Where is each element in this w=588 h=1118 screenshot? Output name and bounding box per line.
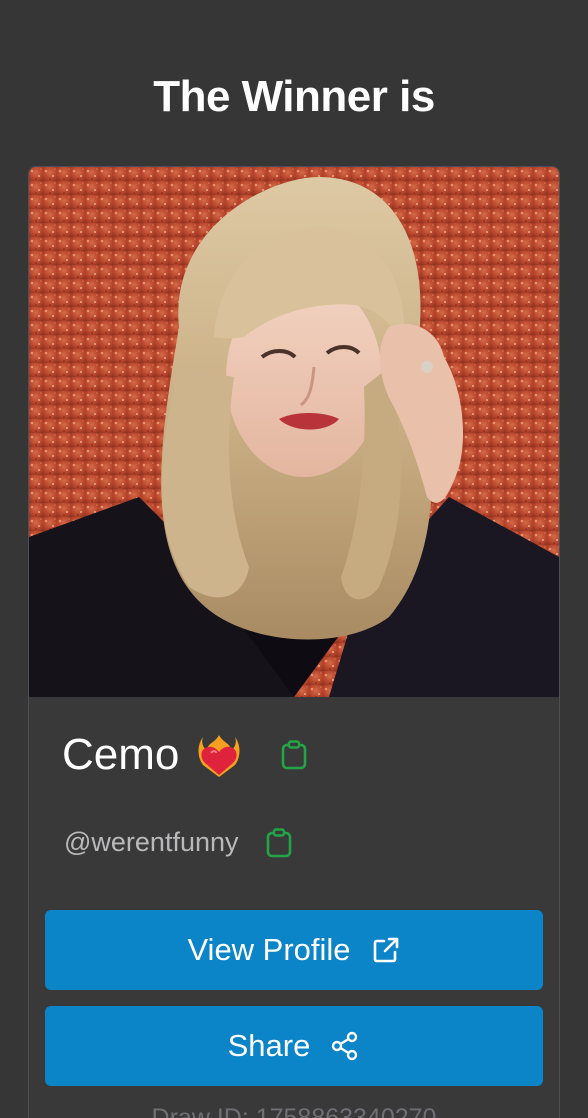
page-title: The Winner is: [153, 72, 435, 121]
share-button[interactable]: Share: [45, 1006, 543, 1086]
heart-on-fire-emoji: [198, 735, 240, 777]
share-icon: [332, 1031, 358, 1061]
external-link-icon: [373, 937, 398, 963]
winner-photo: [29, 167, 559, 697]
winner-name-row: Cemo: [62, 731, 307, 779]
winner-handle-row: @werentfunny: [64, 827, 292, 858]
copy-handle-icon[interactable]: [266, 827, 292, 858]
share-label: Share: [227, 1028, 311, 1063]
winner-name: Cemo: [62, 730, 180, 779]
winner-page: The Winner is Cemo @werentfunny View Pro…: [0, 0, 588, 1118]
copy-name-icon[interactable]: [281, 740, 307, 770]
winner-handle: @werentfunny: [64, 827, 239, 857]
view-profile-button[interactable]: View Profile: [45, 910, 543, 990]
view-profile-label: View Profile: [187, 932, 351, 967]
draw-id-text: Draw ID: 1758863340270: [151, 1104, 437, 1118]
